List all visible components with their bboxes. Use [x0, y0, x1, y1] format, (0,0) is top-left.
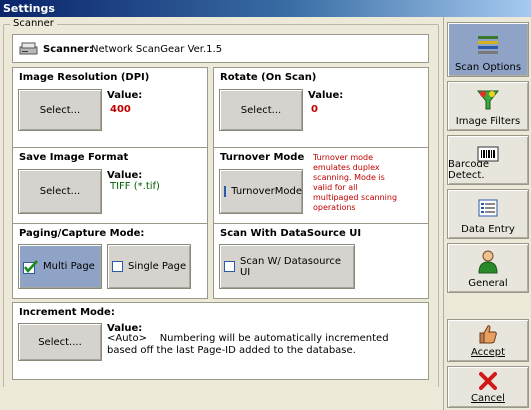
- scanner-panel: Scanner: Network ScanGear Ver.1.5: [12, 34, 429, 63]
- single-page-checkbox[interactable]: [112, 261, 123, 272]
- sidebar-item-scan-options[interactable]: Scan Options: [447, 22, 529, 77]
- paging-panel: Paging/Capture Mode: Multi Page Single P…: [12, 223, 208, 299]
- sidebar-item-general[interactable]: General: [447, 243, 529, 293]
- main-area: Scanner Scanner: Network ScanGear Ver.1.…: [0, 17, 443, 392]
- turnover-title: Turnover Mode: [220, 152, 305, 163]
- thumbs-up-icon: [479, 325, 497, 344]
- accept-button[interactable]: Accept: [447, 319, 529, 362]
- resolution-value: 400: [110, 104, 131, 115]
- rotate-value: 0: [311, 104, 318, 115]
- turnover-note-line: emulates duplex: [313, 163, 380, 172]
- cancel-label: Cancel: [471, 393, 505, 404]
- sidebar-item-data-entry[interactable]: Data Entry: [447, 189, 529, 239]
- format-select-button[interactable]: Select...: [18, 169, 102, 214]
- increment-select-button[interactable]: Select....: [18, 323, 102, 361]
- turnover-mode-toggle[interactable]: TurnoverMode: [219, 169, 303, 214]
- single-page-label: Single Page: [128, 261, 187, 272]
- checkmark-icon: [23, 259, 38, 274]
- scanner-name: Network ScanGear Ver.1.5: [91, 44, 223, 55]
- turnover-note-line: valid for all: [313, 183, 358, 192]
- format-value-label: Value:: [107, 170, 143, 181]
- turnover-note-line: scanning. Mode is: [313, 173, 385, 182]
- increment-panel: Increment Mode: Select.... Value: <Auto>…: [12, 302, 429, 380]
- person-icon: [478, 250, 498, 274]
- format-value: TIFF (*.tif): [110, 181, 160, 192]
- sidebar-item-image-filters[interactable]: Image Filters: [447, 81, 529, 131]
- format-panel: Save Image Format Select... Value: TIFF …: [12, 147, 208, 233]
- rotate-select-button[interactable]: Select...: [219, 89, 303, 131]
- turnover-note-line: Turnover mode: [313, 153, 374, 162]
- sidebar: Scan Options Image Filters Barcode Detec…: [443, 17, 531, 410]
- form-icon: [478, 199, 498, 217]
- window-title: Settings: [0, 0, 531, 17]
- sidebar-item-label: Data Entry: [461, 224, 515, 235]
- cancel-button[interactable]: Cancel: [447, 366, 529, 408]
- datasource-panel: Scan With DataSource UI Scan W/ Datasour…: [213, 223, 429, 299]
- rotate-panel: Rotate (On Scan) Select... Value: 0: [213, 67, 429, 150]
- sidebar-item-label: Barcode Detect.: [448, 159, 489, 181]
- scan-options-icon: [478, 36, 498, 54]
- resolution-panel: Image Resolution (DPI) Select... Value: …: [12, 67, 208, 150]
- paging-title: Paging/Capture Mode:: [19, 228, 145, 239]
- scanner-icon: [19, 42, 38, 55]
- resolution-value-label: Value:: [107, 90, 143, 101]
- datasource-checkbox[interactable]: [224, 261, 235, 272]
- close-icon: [479, 372, 497, 390]
- scanner-label: Scanner:: [43, 44, 93, 55]
- sidebar-item-label: General: [468, 278, 508, 289]
- turnover-checkbox[interactable]: [224, 186, 227, 197]
- resolution-title: Image Resolution (DPI): [19, 72, 150, 83]
- bottom-strip: [0, 387, 443, 410]
- multi-page-button[interactable]: Multi Page: [18, 244, 102, 289]
- datasource-title: Scan With DataSource UI: [220, 228, 362, 239]
- increment-value-line1: <Auto> Numbering will be automatically i…: [107, 333, 389, 344]
- filter-icon: [476, 90, 500, 110]
- format-title: Save Image Format: [19, 152, 129, 163]
- resolution-select-button[interactable]: Select...: [18, 89, 102, 131]
- rotate-title: Rotate (On Scan): [220, 72, 317, 83]
- single-page-button[interactable]: Single Page: [107, 244, 191, 289]
- datasource-button-label: Scan W/ Datasource UI: [239, 255, 341, 278]
- increment-title: Increment Mode:: [19, 307, 115, 318]
- increment-value-line2: based off the last Page-ID added to the …: [107, 345, 356, 356]
- sidebar-item-label: Image Filters: [455, 116, 521, 127]
- turnover-note-line: operations: [313, 203, 356, 212]
- sidebar-item-label: Scan Options: [454, 62, 522, 73]
- groupbox-title: Scanner: [10, 18, 57, 29]
- multi-page-label: Multi Page: [43, 261, 95, 272]
- turnover-panel: Turnover Mode TurnoverMode Turnover mode…: [213, 147, 429, 233]
- sidebar-item-barcode-detect[interactable]: Barcode Detect.: [447, 135, 529, 185]
- datasource-ui-toggle[interactable]: Scan W/ Datasource UI: [219, 244, 355, 289]
- turnover-note: Turnover mode emulates duplex scanning. …: [313, 153, 397, 213]
- rotate-value-label: Value:: [308, 90, 344, 101]
- accept-label: Accept: [470, 347, 506, 358]
- turnover-note-line: multipaged scanning: [313, 193, 398, 202]
- barcode-icon: [477, 146, 499, 162]
- turnover-button-label: TurnoverMode: [231, 186, 302, 197]
